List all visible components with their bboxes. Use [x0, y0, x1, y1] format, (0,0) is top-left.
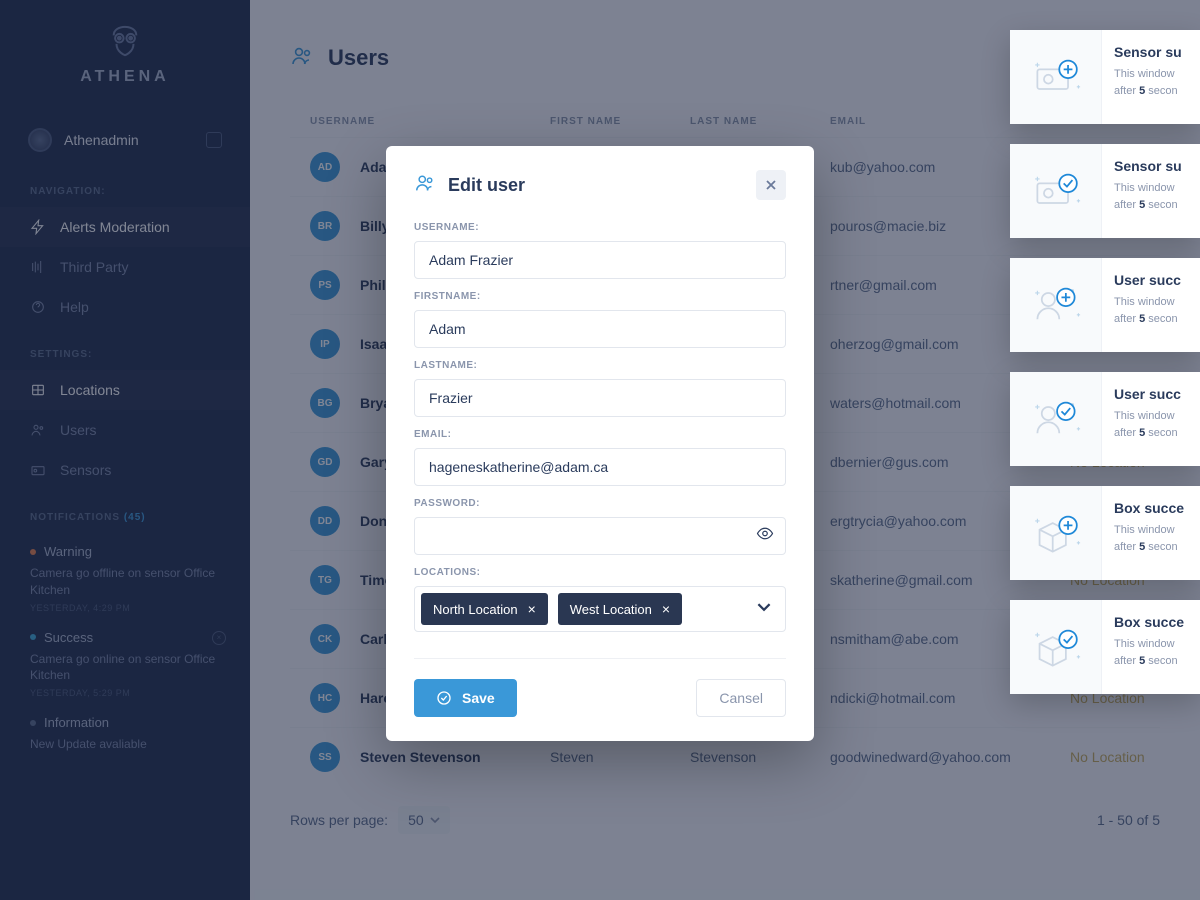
location-chip: West Location ×: [558, 593, 682, 625]
toast-stack: Sensor suThis windowafter 5 seconSensor …: [1010, 30, 1200, 694]
toast-icon: [1010, 600, 1102, 694]
label-password: PASSWORD:: [414, 498, 786, 509]
toast-icon: [1010, 258, 1102, 352]
toast-notification[interactable]: Box succe This windowafter 5 secon: [1010, 486, 1200, 580]
toast-notification[interactable]: User succ This windowafter 5 secon: [1010, 258, 1200, 352]
lastname-input[interactable]: [414, 379, 786, 417]
toast-icon: [1010, 486, 1102, 580]
location-chip: North Location ×: [421, 593, 548, 625]
toast-notification[interactable]: Sensor su This windowafter 5 secon: [1010, 30, 1200, 124]
toast-title: Box succe: [1114, 500, 1184, 516]
toast-title: Sensor su: [1114, 158, 1182, 174]
modal-title: Edit user: [448, 175, 744, 196]
toast-text: This windowafter 5 secon: [1114, 180, 1182, 213]
label-email: EMAIL:: [414, 429, 786, 440]
locations-dropdown-toggle[interactable]: [757, 600, 771, 619]
cancel-button[interactable]: Cansel: [696, 679, 786, 717]
close-icon: [765, 179, 777, 191]
chevron-down-icon: [757, 600, 771, 614]
password-input[interactable]: [414, 517, 786, 555]
eye-icon: [756, 525, 774, 543]
check-circle-icon: [436, 690, 452, 706]
toast-notification[interactable]: User succ This windowafter 5 secon: [1010, 372, 1200, 466]
toast-title: User succ: [1114, 386, 1181, 402]
username-input[interactable]: [414, 241, 786, 279]
toast-icon: [1010, 30, 1102, 124]
label-locations: LOCATIONS:: [414, 567, 786, 578]
toast-text: This windowafter 5 secon: [1114, 66, 1182, 99]
toast-notification[interactable]: Box succe This windowafter 5 secon: [1010, 600, 1200, 694]
remove-location-icon[interactable]: ×: [662, 601, 670, 617]
toast-text: This windowafter 5 secon: [1114, 294, 1181, 327]
modal-close-button[interactable]: [756, 170, 786, 200]
email-input[interactable]: [414, 448, 786, 486]
label-firstname: FIRSTNAME:: [414, 291, 786, 302]
save-button[interactable]: Save: [414, 679, 517, 717]
remove-location-icon[interactable]: ×: [528, 601, 536, 617]
toast-icon: [1010, 144, 1102, 238]
label-lastname: LASTNAME:: [414, 360, 786, 371]
toast-title: User succ: [1114, 272, 1181, 288]
toast-title: Box succe: [1114, 614, 1184, 630]
toast-text: This windowafter 5 secon: [1114, 408, 1181, 441]
edit-user-modal: Edit user USERNAME: FIRSTNAME: LASTNAME:…: [386, 146, 814, 741]
toast-icon: [1010, 372, 1102, 466]
toast-title: Sensor su: [1114, 44, 1182, 60]
locations-field[interactable]: North Location × West Location ×: [414, 586, 786, 632]
firstname-input[interactable]: [414, 310, 786, 348]
toast-notification[interactable]: Sensor su This windowafter 5 secon: [1010, 144, 1200, 238]
label-username: USERNAME:: [414, 222, 786, 233]
user-icon: [414, 172, 436, 199]
toggle-password-visibility[interactable]: [756, 525, 774, 548]
toast-text: This windowafter 5 secon: [1114, 522, 1184, 555]
toast-text: This windowafter 5 secon: [1114, 636, 1184, 669]
